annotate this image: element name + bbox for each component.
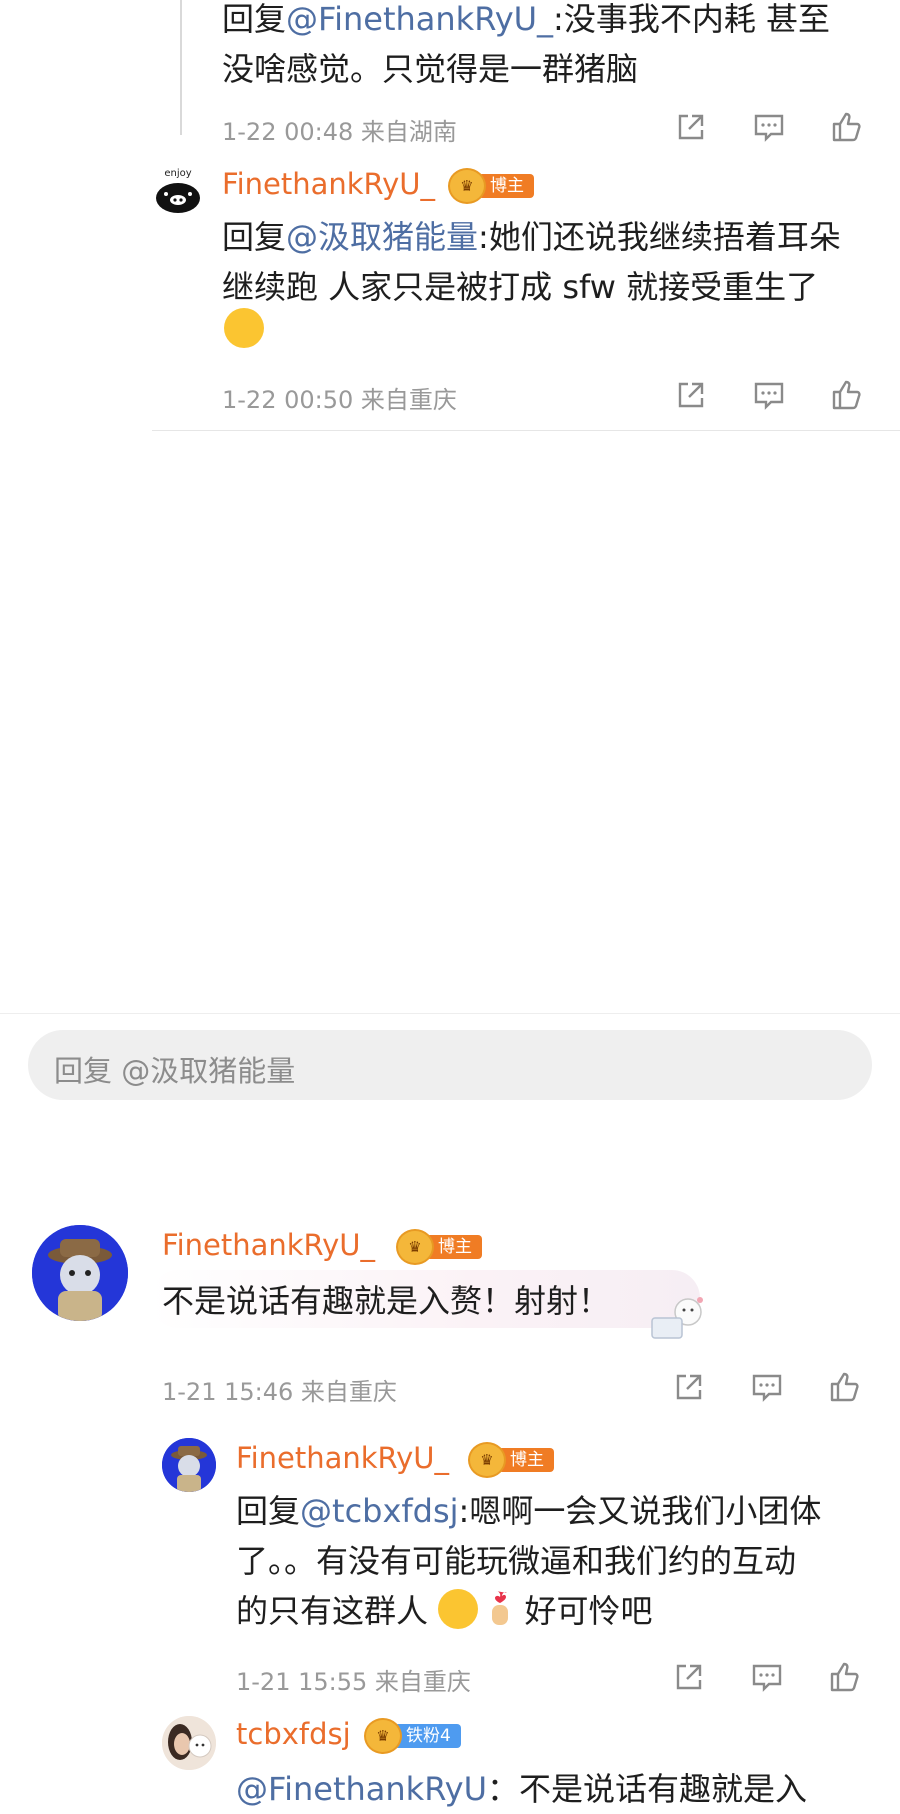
crown-icon: ♛ <box>448 168 486 204</box>
comment-actions <box>650 1367 884 1407</box>
username[interactable]: tcbxfdsj <box>236 1717 351 1751</box>
reply-text-line1: @FinethankRyU：不是说话有趣就是入 <box>236 1764 807 1814</box>
reply-prefix: 回复 <box>222 218 287 256</box>
share-button[interactable] <box>650 1657 728 1697</box>
mention-link[interactable]: @汲取猪能量 <box>286 218 478 256</box>
reply-text-line1: 回复@汲取猪能量:她们还说我继续捂着耳朵 <box>222 212 841 262</box>
reply-text: :她们还说我继续捂着耳朵 <box>478 218 841 256</box>
reply-text-line2: 没啥感觉。只觉得是一群猪脑 <box>222 50 639 88</box>
badge-label: 博主 <box>498 1448 554 1472</box>
cat-sticker-icon <box>651 1297 703 1339</box>
comment-button[interactable] <box>730 375 808 415</box>
reply-text: :没事我不内耗 甚至 <box>553 0 831 38</box>
comment-icon <box>754 114 784 142</box>
reply-meta: 1-22 00:48 来自湖南 <box>222 118 457 146</box>
badge-label: 博主 <box>478 174 534 198</box>
divider <box>152 430 900 431</box>
blogger-badge: ♛ 博主 <box>448 168 534 204</box>
finger-heart-icon <box>492 1591 509 1625</box>
reply-text-line2: 继续跑 人家只是被打成 sfw 就接受重生了 <box>222 268 819 306</box>
blogger-badge: ♛ 博主 <box>468 1442 554 1478</box>
reply-text: :嗯啊一会又说我们小团体 <box>458 1492 822 1530</box>
avatar[interactable] <box>32 1225 128 1321</box>
username[interactable]: FinethankRyU_ <box>162 1228 375 1262</box>
share-icon <box>676 1664 702 1690</box>
reply-input-placeholder: 回复 @汲取猪能量 <box>54 1054 296 1088</box>
share-icon <box>678 382 704 408</box>
like-button[interactable] <box>806 1367 884 1407</box>
like-button[interactable] <box>808 107 886 147</box>
divider <box>0 1013 900 1014</box>
reply-text-line2: 了。。有没有可能玩微逼和我们约的互动 <box>236 1542 797 1580</box>
share-button[interactable] <box>650 1367 728 1407</box>
reply-meta: 1-21 15:55 来自重庆 <box>236 1668 471 1696</box>
photo-avatar-icon <box>162 1716 216 1770</box>
username[interactable]: FinethankRyU_ <box>222 167 435 201</box>
crying-emoji <box>438 1589 479 1629</box>
reply-text: 好可怜吧 <box>524 1592 653 1630</box>
like-icon <box>830 1662 859 1692</box>
share-button[interactable] <box>652 375 730 415</box>
avatar[interactable]: enjoy <box>150 162 206 218</box>
badge-label: 铁粉4 <box>394 1724 461 1748</box>
reply-text-line1: 回复@FinethankRyU_:没事我不内耗 甚至 <box>222 0 830 44</box>
reply-prefix: 回复 <box>236 1492 301 1530</box>
avatar[interactable] <box>162 1716 216 1770</box>
avatar[interactable] <box>162 1438 216 1492</box>
mention-link[interactable]: @FinethankRyU_ <box>286 0 553 38</box>
comment-icon <box>752 1664 782 1692</box>
reply-text: 的只有这群人 <box>236 1592 429 1630</box>
share-icon <box>676 1374 702 1400</box>
crown-icon: ♛ <box>468 1442 506 1478</box>
reply-input[interactable]: 回复 @汲取猪能量 <box>28 1030 872 1100</box>
character-avatar-icon <box>32 1225 128 1321</box>
reply-meta: 1-22 00:50 来自重庆 <box>222 386 457 414</box>
crying-emoji <box>224 308 264 352</box>
comment-button[interactable] <box>728 1367 806 1407</box>
crown-icon: ♛ <box>364 1718 402 1754</box>
reply-text-line3: 的只有这群人 好可怜吧 <box>236 1586 653 1636</box>
character-avatar-icon <box>162 1438 216 1492</box>
comment-meta: 1-21 15:46 来自重庆 <box>162 1378 397 1406</box>
fan-badge: ♛ 铁粉4 <box>364 1718 461 1754</box>
share-button[interactable] <box>652 107 730 147</box>
like-icon <box>832 112 861 142</box>
reply-prefix: 回复 <box>222 0 287 38</box>
thread-line <box>180 0 182 135</box>
blogger-badge: ♛ 博主 <box>396 1229 482 1265</box>
like-icon <box>832 380 861 410</box>
mention-link[interactable]: @FinethankRyU <box>236 1770 487 1808</box>
username[interactable]: FinethankRyU_ <box>236 1441 449 1475</box>
comment-button[interactable] <box>728 1657 806 1697</box>
reply-actions <box>652 107 886 147</box>
share-icon <box>678 114 704 140</box>
like-button[interactable] <box>806 1657 884 1697</box>
reply-actions <box>652 375 886 415</box>
like-button[interactable] <box>808 375 886 415</box>
badge-label: 博主 <box>426 1235 482 1259</box>
crown-icon: ♛ <box>396 1229 434 1265</box>
pig-avatar-icon: enjoy <box>156 168 200 213</box>
like-icon <box>830 1372 859 1402</box>
comment-button[interactable] <box>730 107 808 147</box>
comment-icon <box>752 1374 782 1402</box>
mention-link[interactable]: @tcbxfdsj <box>300 1492 459 1530</box>
reply-actions <box>650 1657 884 1697</box>
comment-icon <box>754 382 784 410</box>
reply-text-line1: 回复@tcbxfdsj:嗯啊一会又说我们小团体 <box>236 1486 821 1536</box>
comment-text: 不是说话有趣就是入赘！射射！ <box>162 1282 611 1320</box>
svg-text:enjoy: enjoy <box>164 168 191 179</box>
reply-text: ：不是说话有趣就是入 <box>487 1770 808 1808</box>
